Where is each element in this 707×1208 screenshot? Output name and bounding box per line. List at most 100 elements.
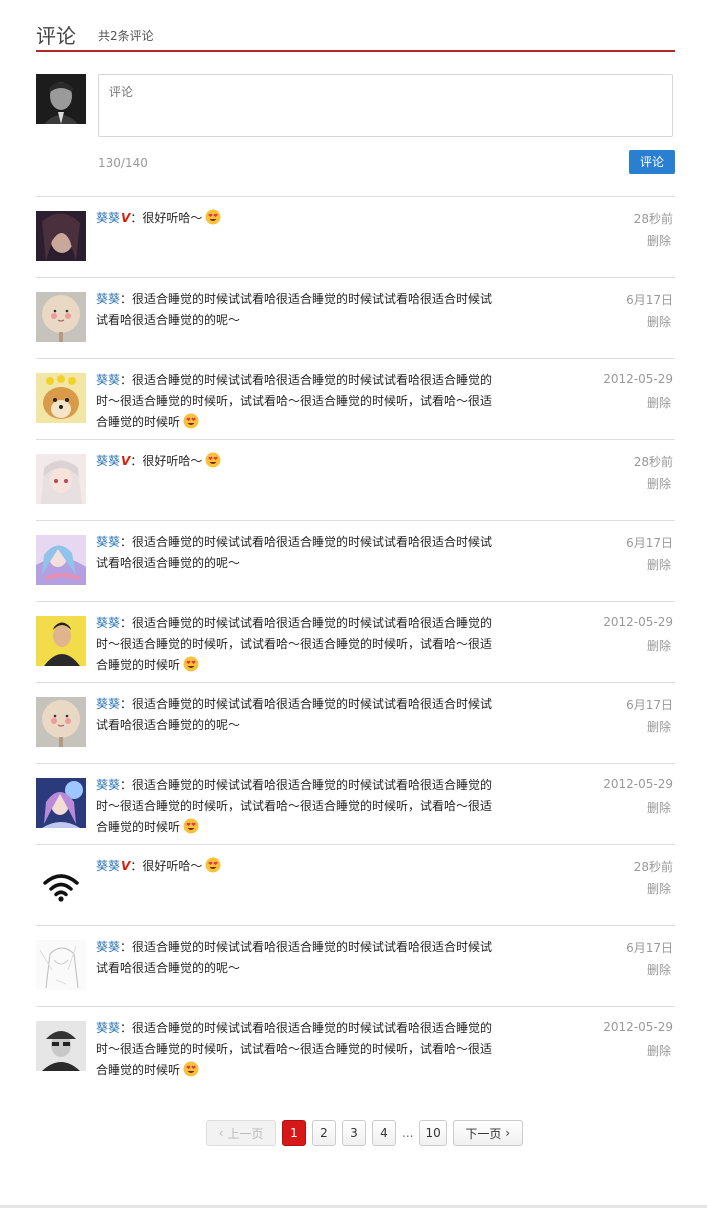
comment-body: 葵葵V：很好听哈～ — [96, 208, 496, 229]
page-last-button[interactable]: 10 — [419, 1120, 447, 1146]
commenter-avatar[interactable] — [36, 211, 86, 261]
comment-body: 葵葵V：很好听哈～ — [96, 856, 496, 877]
comment-body: 葵葵V：很好听哈～ — [96, 451, 496, 472]
heart-eyes-emoji-icon — [205, 857, 221, 873]
comment-time: 2012-05-29 — [603, 372, 673, 386]
commenter-name[interactable]: 葵葵 — [96, 616, 120, 630]
comment-separator: ： — [120, 1021, 133, 1035]
commenter-avatar[interactable] — [36, 859, 86, 909]
next-page-label: 下一页 — [465, 1126, 502, 1141]
heart-eyes-emoji-icon — [183, 1061, 199, 1077]
commenter-name[interactable]: 葵葵 — [96, 859, 120, 873]
submit-comment-button[interactable]: 评论 — [629, 150, 675, 174]
comment-separator: ： — [130, 211, 143, 225]
comment-item: 葵葵：很适合睡觉的时候试试看哈很适合睡觉的时候试试看哈很适合时候试试看哈很适合睡… — [36, 926, 675, 1007]
commenter-name[interactable]: 葵葵 — [96, 697, 120, 711]
commenter-name[interactable]: 葵葵 — [96, 292, 120, 306]
comment-time: 6月17日 — [626, 293, 673, 307]
delete-comment-link[interactable]: 删除 — [647, 880, 671, 897]
heart-eyes-emoji-icon — [183, 818, 199, 834]
prev-page-label: 上一页 — [227, 1126, 264, 1141]
delete-comment-link[interactable]: 删除 — [647, 232, 671, 249]
comment-separator: ： — [120, 940, 133, 954]
comment-body: 葵葵：很适合睡觉的时候试试看哈很适合睡觉的时候试试看哈很适合时候试试看哈很适合睡… — [96, 289, 496, 331]
delete-comment-link[interactable]: 删除 — [647, 799, 671, 816]
comment-separator: ： — [120, 535, 133, 549]
comment-text: 很适合睡觉的时候试试看哈很适合睡觉的时候试试看哈很适合睡觉的时～很适合睡觉的时候… — [96, 616, 493, 672]
delete-comment-link[interactable]: 删除 — [647, 556, 671, 573]
comment-input[interactable] — [98, 74, 673, 137]
delete-comment-link[interactable]: 删除 — [647, 637, 671, 654]
comment-text: 很好听哈～ — [142, 859, 203, 873]
comment-time: 6月17日 — [626, 941, 673, 955]
comment-time: 28秒前 — [633, 860, 673, 874]
comment-body: 葵葵：很适合睡觉的时候试试看哈很适合睡觉的时候试试看哈很适合时候试试看哈很适合睡… — [96, 937, 496, 979]
chevron-left-icon: ‹ — [218, 1126, 224, 1140]
comment-item: 葵葵：很适合睡觉的时候试试看哈很适合睡觉的时候试试看哈很适合睡觉的时～很适合睡觉… — [36, 359, 675, 440]
comment-time: 28秒前 — [633, 212, 673, 226]
comment-text: 很好听哈～ — [142, 211, 203, 225]
commenter-name[interactable]: 葵葵 — [96, 454, 120, 468]
comment-item: 葵葵V：很好听哈～ 28秒前 删除 — [36, 440, 675, 521]
commenter-avatar[interactable] — [36, 697, 86, 747]
comments-panel: 评论 共2条评论 130/140 评论 葵葵V：很好听哈～28秒前删除葵葵：很适… — [36, 0, 675, 1088]
commenter-name[interactable]: 葵葵 — [96, 211, 120, 225]
comment-text: 很适合睡觉的时候试试看哈很适合睡觉的时候试试看哈很适合睡觉的时～很适合睡觉的时候… — [96, 1021, 493, 1077]
vip-badge-icon: V — [121, 454, 131, 468]
commenter-avatar[interactable] — [36, 778, 86, 828]
vip-badge-icon: V — [121, 211, 131, 225]
commenter-name[interactable]: 葵葵 — [96, 373, 120, 387]
comment-time: 2012-05-29 — [603, 777, 673, 791]
comment-text: 很适合睡觉的时候试试看哈很适合睡觉的时候试试看哈很适合时候试试看哈很适合睡觉的的… — [96, 940, 493, 975]
comment-body: 葵葵：很适合睡觉的时候试试看哈很适合睡觉的时候试试看哈很适合睡觉的时～很适合睡觉… — [96, 775, 496, 838]
prev-page-button[interactable]: ‹ 上一页 — [206, 1120, 276, 1146]
comment-body: 葵葵：很适合睡觉的时候试试看哈很适合睡觉的时候试试看哈很适合时候试试看哈很适合睡… — [96, 694, 496, 736]
comment-separator: ： — [120, 373, 133, 387]
comment-item: 葵葵：很适合睡觉的时候试试看哈很适合睡觉的时候试试看哈很适合睡觉的时～很适合睡觉… — [36, 764, 675, 845]
comment-text: 很适合睡觉的时候试试看哈很适合睡觉的时候试试看哈很适合睡觉的时～很适合睡觉的时候… — [96, 373, 493, 429]
comment-list: 葵葵V：很好听哈～ 28秒前 删除 葵葵：很适合睡觉的时候试试看哈很适合睡觉的时候试试… — [36, 197, 675, 1088]
commenter-avatar[interactable] — [36, 454, 86, 504]
commenter-name[interactable]: 葵葵 — [96, 940, 120, 954]
commenter-avatar[interactable] — [36, 292, 86, 342]
delete-comment-link[interactable]: 删除 — [647, 313, 671, 330]
comment-text: 很好听哈～ — [142, 454, 203, 468]
current-user-avatar — [36, 74, 86, 124]
delete-comment-link[interactable]: 删除 — [647, 718, 671, 735]
comment-item: 葵葵：很适合睡觉的时候试试看哈很适合睡觉的时候试试看哈很适合睡觉的时～很适合睡觉… — [36, 602, 675, 683]
next-page-button[interactable]: 下一页 › — [452, 1120, 523, 1146]
commenter-avatar[interactable] — [36, 535, 86, 585]
comment-time: 2012-05-29 — [603, 615, 673, 629]
comment-body: 葵葵：很适合睡觉的时候试试看哈很适合睡觉的时候试试看哈很适合睡觉的时～很适合睡觉… — [96, 1018, 496, 1081]
char-counter: 130/140 — [98, 156, 148, 170]
delete-comment-link[interactable]: 删除 — [647, 394, 671, 411]
comment-composer: 130/140 评论 — [36, 52, 675, 197]
comment-separator: ： — [130, 859, 143, 873]
commenter-name[interactable]: 葵葵 — [96, 535, 120, 549]
page-2-button[interactable]: 2 — [312, 1120, 336, 1146]
commenter-avatar[interactable] — [36, 940, 86, 990]
delete-comment-link[interactable]: 删除 — [647, 961, 671, 978]
delete-comment-link[interactable]: 删除 — [647, 475, 671, 492]
comment-item: 葵葵：很适合睡觉的时候试试看哈很适合睡觉的时候试试看哈很适合时候试试看哈很适合睡… — [36, 278, 675, 359]
heart-eyes-emoji-icon — [205, 209, 221, 225]
commenter-name[interactable]: 葵葵 — [96, 778, 120, 792]
comment-time: 6月17日 — [626, 698, 673, 712]
comment-text: 很适合睡觉的时候试试看哈很适合睡觉的时候试试看哈很适合时候试试看哈很适合睡觉的的… — [96, 697, 493, 732]
delete-comment-link[interactable]: 删除 — [647, 1042, 671, 1059]
commenter-name[interactable]: 葵葵 — [96, 1021, 120, 1035]
page-1-button[interactable]: 1 — [282, 1120, 306, 1146]
page-3-button[interactable]: 3 — [342, 1120, 366, 1146]
comments-count: 共2条评论 — [98, 29, 154, 43]
heart-eyes-emoji-icon — [205, 452, 221, 468]
commenter-avatar[interactable] — [36, 373, 86, 423]
heart-eyes-emoji-icon — [183, 656, 199, 672]
comment-text: 很适合睡觉的时候试试看哈很适合睡觉的时候试试看哈很适合时候试试看哈很适合睡觉的的… — [96, 535, 493, 570]
heart-eyes-emoji-icon — [183, 413, 199, 429]
comment-text: 很适合睡觉的时候试试看哈很适合睡觉的时候试试看哈很适合时候试试看哈很适合睡觉的的… — [96, 292, 493, 327]
page-4-button[interactable]: 4 — [372, 1120, 396, 1146]
commenter-avatar[interactable] — [36, 1021, 86, 1071]
comments-title: 评论 — [36, 24, 76, 48]
comment-body: 葵葵：很适合睡觉的时候试试看哈很适合睡觉的时候试试看哈很适合睡觉的时～很适合睡觉… — [96, 370, 496, 433]
commenter-avatar[interactable] — [36, 616, 86, 666]
